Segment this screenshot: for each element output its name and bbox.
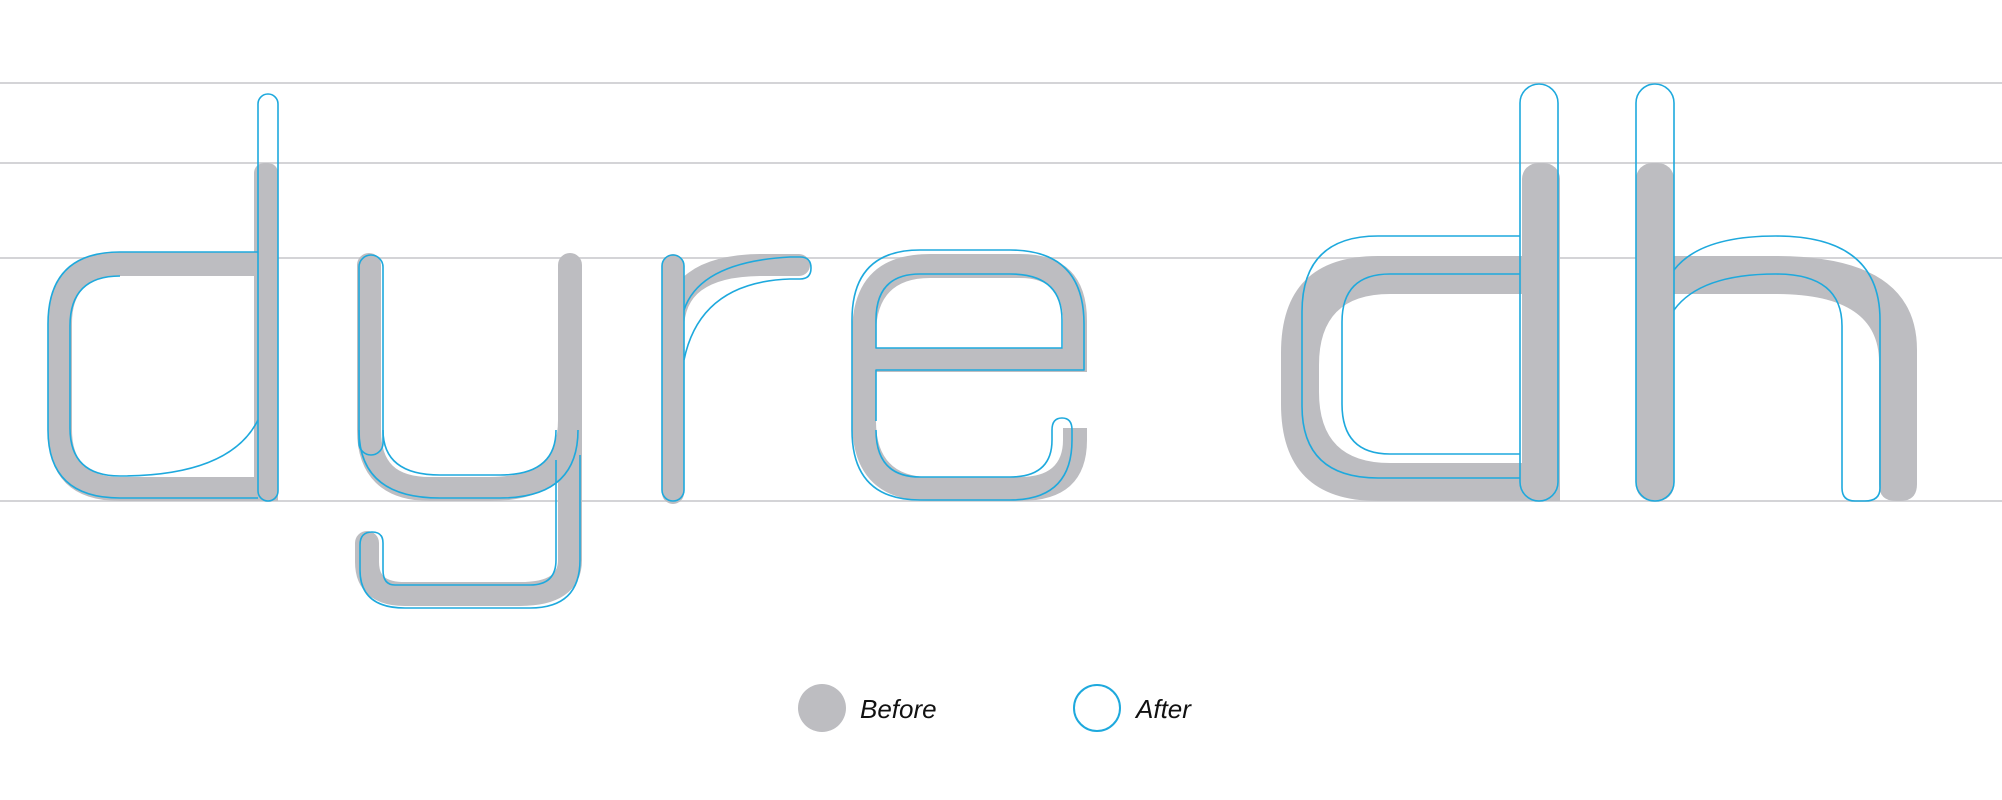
glyph-y-before — [355, 253, 582, 606]
before-swatch-icon — [798, 684, 846, 732]
legend-item-after: After — [1073, 684, 1192, 732]
diagram-canvas: Before After — [0, 82, 2002, 732]
glyph-comparison-diagram: Before After — [0, 0, 2002, 800]
glyph-y-after — [358, 254, 581, 609]
legend: Before After — [798, 684, 1192, 732]
glyph-d2-before — [1281, 163, 1560, 501]
glyph-h-before — [1636, 163, 1917, 501]
glyph-d-before — [48, 163, 278, 501]
legend-label-before: Before — [860, 694, 937, 724]
legend-item-before: Before — [798, 684, 937, 732]
after-swatch-icon — [1073, 684, 1121, 732]
glyph-d-after — [47, 93, 279, 502]
glyph-r-after — [661, 254, 812, 502]
glyph-e-before — [852, 254, 1087, 501]
glyph-r-before — [662, 254, 810, 504]
legend-label-after: After — [1134, 694, 1192, 724]
